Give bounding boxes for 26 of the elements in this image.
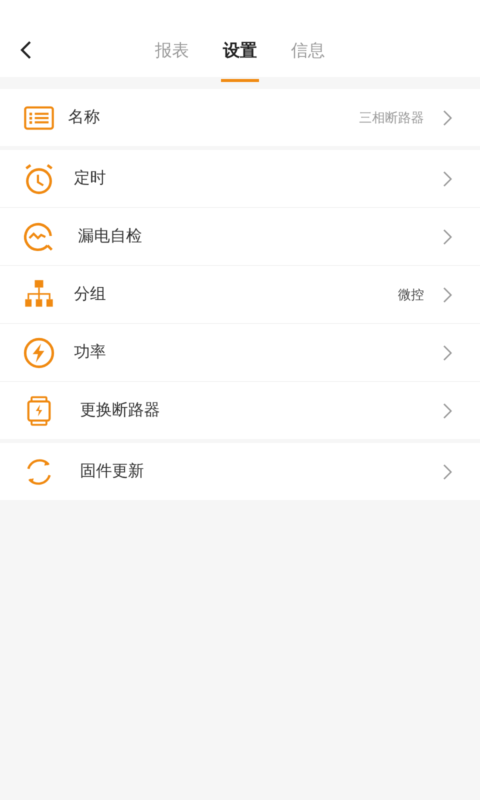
setting-label: 定时 [74,168,106,189]
chevron-right-icon [442,110,452,126]
setting-label: 漏电自检 [78,226,142,247]
chevron-right-icon [442,344,452,360]
settings-row[interactable]: 分组 微控 [0,266,480,323]
back-icon[interactable] [18,40,34,60]
setting-label: 名称 [68,107,100,128]
lightning-icon [22,336,56,370]
setting-label: 固件更新 [80,461,144,482]
settings-row[interactable]: 漏电自检 [0,208,480,265]
chevron-right-icon [442,402,452,418]
chevron-right-icon [442,286,452,302]
setting-label: 更换断路器 [80,400,160,421]
chevron-right-icon [442,170,452,186]
settings-row[interactable]: 定时 [0,150,480,207]
settings-row[interactable]: 名称 三相断路器 [0,89,480,146]
setting-value: 微控 [398,286,424,304]
tab[interactable]: 设置 [221,15,259,82]
setting-label: 分组 [74,284,106,305]
setting-label: 功率 [74,342,106,363]
chevron-right-icon [442,464,452,480]
setting-value: 三相断路器 [359,110,424,126]
settings-row[interactable]: 更换断路器 [0,382,480,439]
chevron-right-icon [442,228,452,244]
settings-row[interactable]: 功率 [0,324,480,381]
settings-row[interactable]: 固件更新 [0,443,480,500]
